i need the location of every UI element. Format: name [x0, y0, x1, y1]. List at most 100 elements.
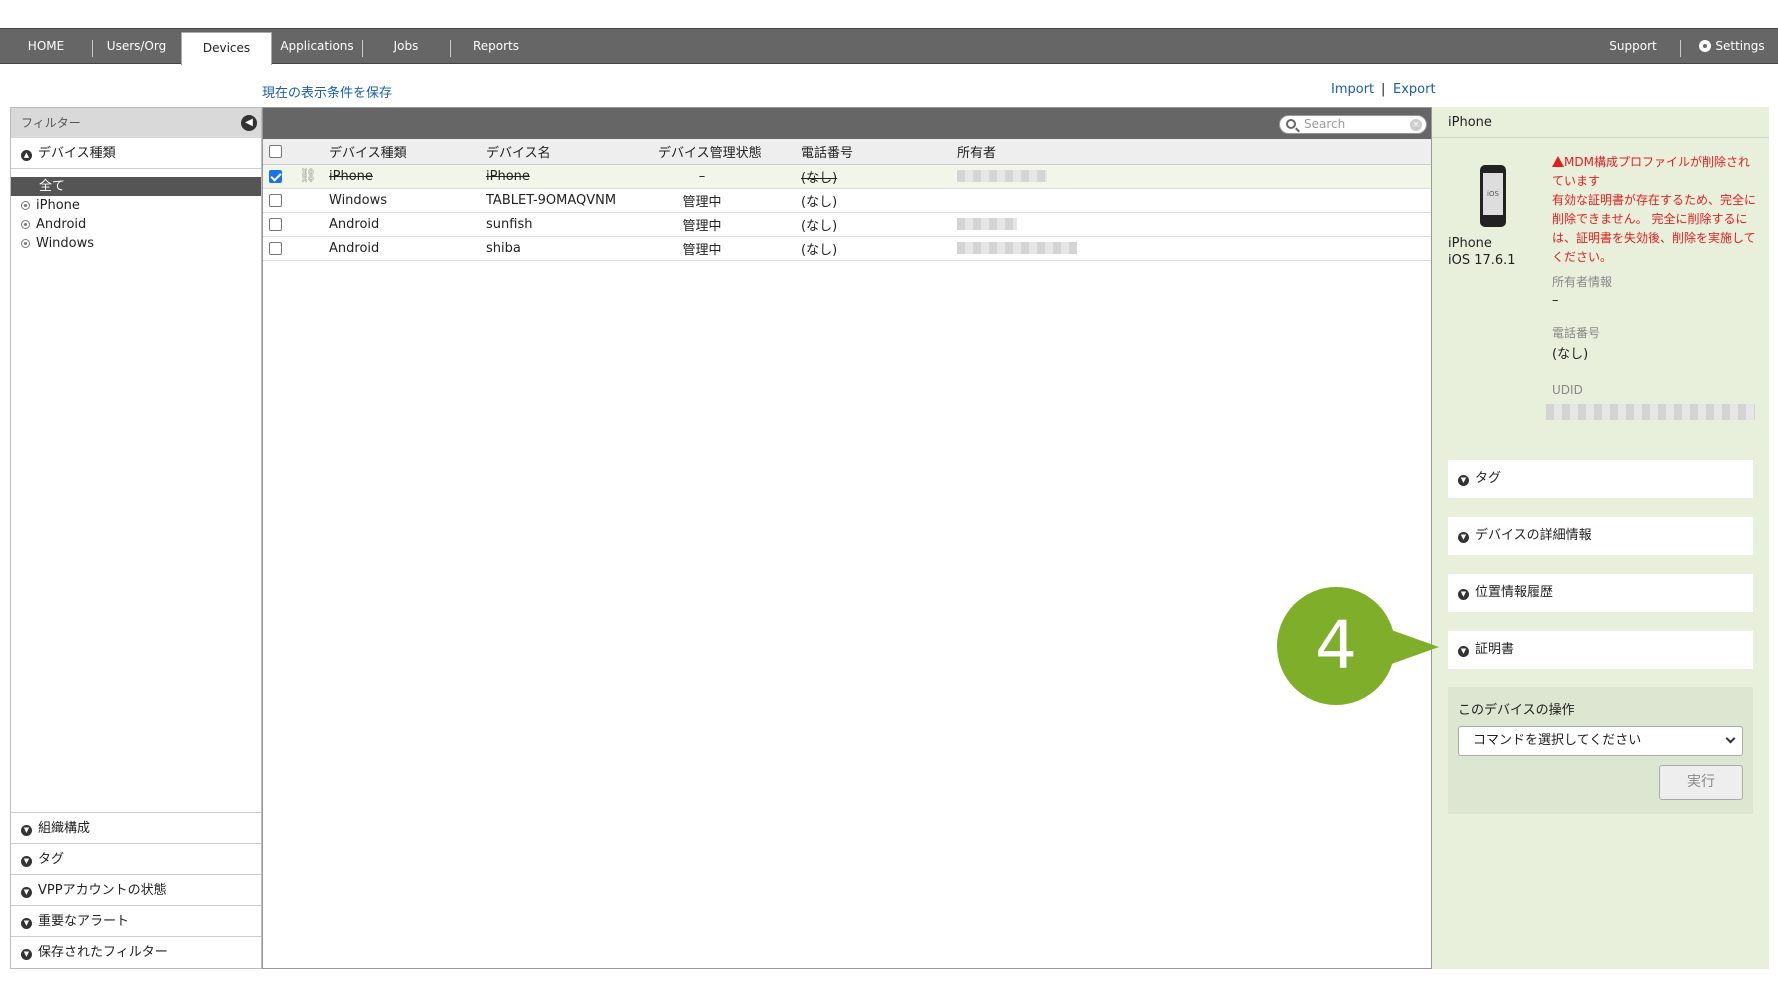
filter-option-all[interactable]: 全て — [11, 177, 261, 196]
settings-label: Settings — [1715, 39, 1765, 53]
filter-option-android[interactable]: Android — [11, 215, 261, 234]
column-header[interactable]: デバイス管理状態 — [658, 139, 801, 165]
collapse-panel-icon[interactable]: ◀ — [241, 115, 257, 131]
row-checkbox[interactable] — [269, 169, 282, 183]
panel-tag[interactable]: ▼ タグ — [1448, 460, 1753, 498]
chevron-down-icon — [1725, 733, 1736, 744]
select-all-checkbox[interactable] — [269, 144, 282, 158]
search-input[interactable]: Search × — [1279, 115, 1427, 134]
cell-device-name: iPhone — [486, 164, 658, 189]
panel-certificates[interactable]: ▼ 証明書 — [1448, 631, 1753, 669]
redacted-owner — [957, 218, 1017, 230]
filter-header: フィルター ◀ — [11, 108, 261, 138]
import-link[interactable]: Import — [1331, 82, 1374, 97]
row-select-cell — [263, 164, 299, 189]
row-checkbox[interactable] — [269, 241, 282, 255]
tab-reports[interactable]: Reports — [450, 29, 542, 64]
filter-section-alerts[interactable]: ▼ 重要なアラート — [11, 906, 261, 937]
row-checkbox[interactable] — [269, 217, 282, 231]
filter-option-windows[interactable]: Windows — [11, 234, 261, 253]
panel-location-history[interactable]: ▼ 位置情報履歴 — [1448, 574, 1753, 612]
panel-label: タグ — [1475, 471, 1502, 486]
settings-link[interactable]: Settings — [1688, 29, 1776, 64]
warning-icon — [1552, 156, 1564, 167]
step-callout: 4 — [1277, 587, 1395, 705]
chevron-down-icon: ▼ — [21, 949, 32, 960]
column-header[interactable]: デバイス名 — [486, 139, 658, 165]
cell-device-type: Android — [329, 236, 486, 261]
tab-devices[interactable]: Devices — [181, 32, 272, 65]
export-link[interactable]: Export — [1393, 82, 1436, 97]
filter-option-iphone[interactable]: iPhone — [11, 196, 261, 215]
mdm-warning: MDM構成プロファイルが削除されています 有効な証明書が存在するため、完全に削除… — [1552, 153, 1757, 267]
device-model: iPhone — [1448, 236, 1492, 251]
filter-section-vpp[interactable]: ▼ VPPアカウントの状態 — [11, 875, 261, 906]
cell-status: – — [658, 164, 801, 189]
unlink-icon: ⛓ — [299, 168, 317, 184]
command-select[interactable]: コマンドを選択してください — [1458, 726, 1743, 756]
radio-icon — [21, 201, 30, 210]
phone-label: 電話番号 — [1552, 326, 1601, 340]
owner-label: 所有者情報 — [1552, 275, 1613, 289]
cell-status: 管理中 — [658, 212, 801, 237]
device-list-panel: Search × デバイス種類 デバイス名 デバイス管理状態 電話番号 所有者 … — [262, 107, 1432, 969]
row-checkbox[interactable] — [269, 193, 282, 207]
clear-icon[interactable]: × — [1410, 119, 1422, 131]
chevron-up-icon: ▲ — [21, 150, 32, 161]
row-select-cell — [263, 212, 299, 237]
row-select-cell — [263, 236, 299, 261]
tab-jobs[interactable]: Jobs — [362, 29, 450, 64]
cell-phone: (なし) — [801, 188, 957, 213]
filter-section-org[interactable]: ▼ 組織構成 — [11, 813, 261, 844]
panel-label: 証明書 — [1475, 642, 1515, 657]
column-header[interactable]: 所有者 — [957, 139, 1431, 165]
tab-users-org[interactable]: Users/Org — [92, 29, 181, 64]
select-all-cell — [263, 139, 299, 165]
iphone-device-icon — [1480, 165, 1506, 227]
run-button[interactable]: 実行 — [1659, 765, 1743, 800]
row-icon-cell — [299, 236, 329, 261]
filter-section-device-type[interactable]: ▲ デバイス種類 — [11, 138, 261, 169]
cell-phone: (なし) — [801, 236, 957, 261]
chevron-down-icon: ▼ — [1458, 532, 1469, 543]
tab-separator — [1680, 40, 1681, 57]
section-label: 重要なアラート — [38, 914, 130, 929]
panel-label: 位置情報履歴 — [1475, 585, 1554, 600]
cell-device-name: shiba — [486, 236, 658, 261]
filter-section-saved[interactable]: ▼ 保存されたフィルター — [11, 937, 261, 968]
command-select-value: コマンドを選択してください — [1473, 733, 1642, 748]
filter-sections: ▼ 組織構成 ▼ タグ ▼ VPPアカウントの状態 ▼ 重要なアラート ▼ 保存されたフィ… — [11, 812, 261, 968]
table-row[interactable]: ⛓ iPhone iPhone – (なし) — [263, 164, 1431, 189]
column-header[interactable]: デバイス種類 — [329, 139, 486, 165]
search-icon — [1286, 119, 1296, 129]
redacted-owner — [957, 242, 1077, 254]
redacted-owner — [957, 170, 1047, 182]
phone-value: (なし) — [1552, 347, 1589, 362]
radio-icon — [21, 239, 30, 248]
table-row[interactable]: Android sunfish 管理中 (なし) — [263, 212, 1431, 237]
cell-phone: (なし) — [801, 212, 957, 237]
cell-phone: (なし) — [801, 164, 957, 189]
row-select-cell — [263, 188, 299, 213]
filter-section-tag[interactable]: ▼ タグ — [11, 844, 261, 875]
support-link[interactable]: Support — [1595, 29, 1671, 64]
table-row[interactable]: Android shiba 管理中 (なし) — [263, 236, 1431, 261]
section-label: VPPアカウントの状態 — [38, 883, 167, 898]
gear-icon — [1699, 40, 1712, 52]
warning-body: 有効な証明書が存在するため、完全に削除できません。 完全に削除するには、証明書を… — [1552, 193, 1757, 264]
cell-device-type: Android — [329, 212, 486, 237]
panel-device-details[interactable]: ▼ デバイスの詳細情報 — [1448, 517, 1753, 555]
filter-panel: フィルター ◀ ▲ デバイス種類 全て iPhone Android Window… — [10, 107, 262, 969]
warning-title: MDM構成プロファイルが削除されています — [1552, 155, 1750, 188]
tab-home[interactable]: HOME — [0, 29, 92, 64]
device-os-version: iOS 17.6.1 — [1448, 253, 1516, 268]
cell-owner — [957, 188, 1431, 213]
cell-device-name: TABLET-9OMAQVNM — [486, 188, 658, 213]
save-view-link[interactable]: 現在の表示条件を保存 — [262, 82, 392, 101]
tab-applications[interactable]: Applications — [272, 29, 362, 64]
operations-title: このデバイスの操作 — [1458, 703, 1575, 718]
chevron-down-icon: ▼ — [21, 825, 32, 836]
table-row[interactable]: Windows TABLET-9OMAQVNM 管理中 (なし) — [263, 188, 1431, 213]
column-header[interactable]: 電話番号 — [801, 139, 957, 165]
cell-status: 管理中 — [658, 188, 801, 213]
